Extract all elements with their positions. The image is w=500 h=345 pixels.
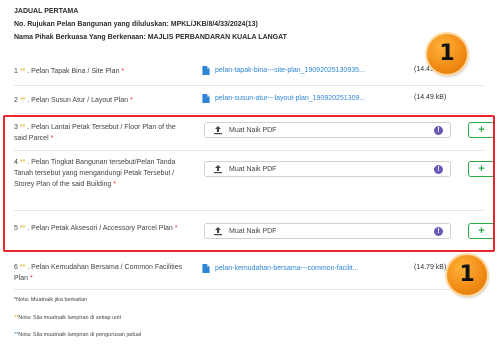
- note-optional: *Nota: Muatnaik jika berkaitan: [14, 297, 88, 303]
- plan-label: 3 ** . Pelan Lantai Petak Tersebut / Flo…: [14, 124, 176, 142]
- file-link[interactable]: pelan-susun-atur---layout-plan_190920251…: [202, 94, 365, 103]
- upload-icon: [214, 126, 222, 135]
- plan-row-floor: 3 ** . Pelan Lantai Petak Tersebut / Flo…: [14, 117, 495, 151]
- upload-pdf-button[interactable]: Muat Naik PDF !: [204, 122, 451, 138]
- file-icon: [202, 66, 210, 75]
- authority-name: Nama Pihak Berkuasa Yang Berkenaan: MAJL…: [14, 34, 287, 41]
- add-button[interactable]: +: [468, 161, 495, 177]
- add-button[interactable]: +: [468, 223, 495, 239]
- plan-row-common: 6 ** . Pelan Kemudahan Bersama / Common …: [14, 258, 484, 290]
- file-link[interactable]: pelan-tapak-bina---site-plan_19092025130…: [202, 66, 365, 75]
- upload-pdf-button[interactable]: Muat Naik PDF !: [204, 161, 451, 177]
- info-icon[interactable]: !: [434, 165, 443, 174]
- file-size: (14.79 kB): [414, 264, 447, 271]
- schedule-title: JADUAL PERTAMA: [14, 8, 79, 15]
- step-badge: 1: [427, 34, 467, 74]
- plan-label: 2 ** . Pelan Susun Atur / Layout Plan *: [14, 97, 133, 104]
- upload-icon: [214, 227, 222, 236]
- plan-label: 4 ** . Pelan Tingkat Bangunan tersebut/P…: [14, 159, 176, 188]
- add-button[interactable]: +: [468, 122, 495, 138]
- upload-pdf-button[interactable]: Muat Naik PDF !: [204, 223, 451, 239]
- note-per-unit: **Nota: Sila muatnaik lampiran di setiap…: [14, 315, 122, 321]
- file-icon: [202, 264, 210, 273]
- step-badge: 1: [447, 255, 487, 295]
- plan-row-layout: 2 ** . Pelan Susun Atur / Layout Plan * …: [14, 86, 484, 114]
- reference-number: No. Rujukan Pelan Bangunan yang dilulusk…: [14, 21, 258, 28]
- info-icon[interactable]: !: [434, 126, 443, 135]
- note-schedule-management: **Nota: Sila muatnaik lampiran di pengur…: [14, 332, 142, 338]
- file-link[interactable]: pelan-kemudahan-bersama---common-facilit…: [202, 264, 359, 273]
- file-icon: [202, 94, 210, 103]
- plan-label: 5 ** . Pelan Petak Aksesori / Accessory …: [14, 225, 178, 232]
- plan-row-storey: 4 ** . Pelan Tingkat Bangunan tersebut/P…: [14, 151, 495, 211]
- file-size: (14.49 kB): [414, 94, 447, 101]
- plan-row-accessory: 5 ** . Pelan Petak Aksesori / Accessory …: [14, 211, 495, 249]
- plan-label: 1 ** . Pelan Tapak Bina / Site Plan *: [14, 68, 125, 75]
- plan-row-site: 1 ** . Pelan Tapak Bina / Site Plan * pe…: [14, 58, 484, 86]
- plan-label: 6 ** . Pelan Kemudahan Bersama / Common …: [14, 264, 183, 282]
- info-icon[interactable]: !: [434, 227, 443, 236]
- schedule-header: JADUAL PERTAMA No. Rujukan Pelan Banguna…: [14, 5, 394, 44]
- upload-icon: [214, 165, 222, 174]
